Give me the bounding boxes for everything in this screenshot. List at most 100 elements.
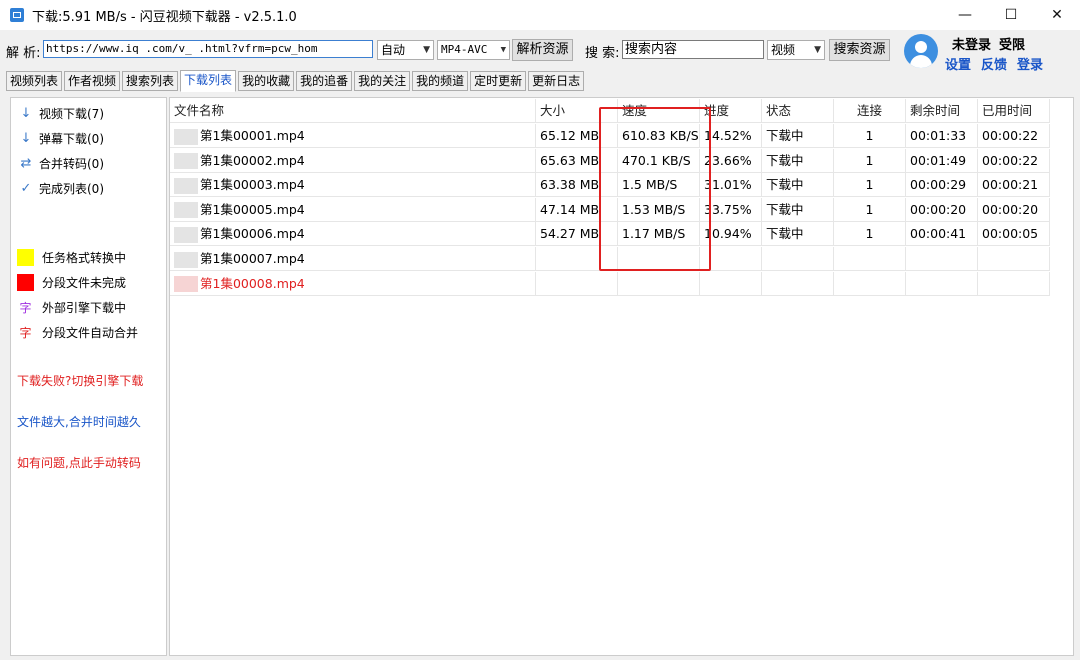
search-type-select[interactable]: 视频 ▼ [767, 40, 825, 60]
file-name: 第1集00006.mp4 [200, 226, 305, 242]
tab-search-list[interactable]: 搜索列表 [122, 71, 179, 91]
column-header-remaining[interactable]: 剩余时间 [906, 99, 978, 123]
cell-connections: 1 [834, 197, 906, 222]
sidebar-item-label: 完成列表(0) [39, 182, 104, 196]
legend-label: 任务格式转换中 [42, 251, 127, 265]
tab-video-list[interactable]: 视频列表 [6, 71, 63, 91]
tab-channels[interactable]: 我的频道 [412, 71, 469, 91]
file-thumbnail-icon [174, 202, 198, 219]
cell-remaining [906, 247, 978, 271]
sidebar-item-danmaku-download[interactable]: ↓ 弹幕下载(0) [19, 130, 104, 147]
cell-name: 第1集00001.mp4 [170, 124, 536, 148]
window-title: 下载:5.91 MB/s - 闪豆视频下载器 - v2.5.1.0 [32, 9, 297, 25]
file-name: 第1集00005.mp4 [200, 201, 305, 217]
file-thumbnail-icon [174, 276, 198, 293]
cell-status: 下载中 [762, 148, 834, 173]
speed-column-highlight [599, 107, 711, 271]
chevron-down-icon: ▼ [423, 45, 430, 55]
tab-following-series[interactable]: 我的追番 [296, 71, 353, 91]
cell-remaining [906, 271, 978, 296]
cell-remaining: 00:00:29 [906, 173, 978, 198]
cell-elapsed: 00:00:22 [978, 124, 1050, 148]
app-icon [10, 8, 24, 22]
sidebar-item-label: 弹幕下载(0) [39, 132, 104, 146]
cell-remaining: 00:01:33 [906, 124, 978, 148]
search-type-value: 视频 [771, 43, 796, 57]
maximize-button[interactable]: ☐ [988, 0, 1034, 30]
cell-name: 第1集00005.mp4 [170, 197, 536, 222]
cell-connections [834, 247, 906, 271]
file-name: 第1集00002.mp4 [200, 152, 305, 168]
cell-elapsed: 00:00:21 [978, 173, 1050, 198]
file-name: 第1集00003.mp4 [200, 177, 305, 193]
cell-elapsed: 00:00:20 [978, 197, 1050, 222]
parse-button[interactable]: 解析资源 [512, 39, 573, 61]
table-row[interactable]: 第1集00008.mp4 [170, 271, 1050, 296]
manual-transcode-link[interactable]: 如有问题,点此手动转码 [17, 454, 141, 471]
cell-remaining: 00:00:41 [906, 222, 978, 247]
cell-connections: 1 [834, 173, 906, 198]
sidebar-item-video-download[interactable]: ↓ 视频下载(7) [19, 105, 104, 122]
file-thumbnail-icon [174, 251, 198, 268]
merge-time-tip: 文件越大,合并时间越久 [17, 415, 141, 429]
arrow-down-icon: ↓ [20, 131, 32, 146]
column-header-elapsed[interactable]: 已用时间 [978, 99, 1050, 123]
close-button[interactable]: ✕ [1034, 0, 1080, 30]
file-thumbnail-icon [174, 153, 198, 170]
cell-elapsed: 00:00:22 [978, 148, 1050, 173]
column-header-name[interactable]: 文件名称 [170, 99, 536, 123]
cell-name: 第1集00003.mp4 [170, 173, 536, 198]
legend-label: 分段文件自动合并 [42, 326, 139, 340]
legend-incomplete: 分段文件未完成 [17, 274, 126, 291]
char-icon: 字 [19, 326, 32, 340]
tab-following[interactable]: 我的关注 [354, 71, 411, 91]
sidebar: ↓ 视频下载(7) ↓ 弹幕下载(0) ⇄ 合并转码(0) ✓ 完成列表(0) … [10, 97, 167, 656]
char-icon: 字 [19, 301, 32, 315]
file-name: 第1集00007.mp4 [200, 251, 305, 266]
tab-scheduled-updates[interactable]: 定时更新 [470, 71, 527, 91]
minimize-button[interactable]: — [942, 0, 988, 30]
column-header-connections[interactable]: 连接 [834, 99, 906, 123]
sidebar-item-merge-transcode[interactable]: ⇄ 合并转码(0) [19, 155, 104, 172]
sidebar-item-label: 合并转码(0) [39, 157, 104, 171]
cell-progress [700, 271, 762, 296]
file-name: 第1集00008.mp4 [200, 275, 305, 291]
red-swatch [17, 274, 34, 291]
cell-connections: 1 [834, 124, 906, 148]
avatar[interactable] [904, 34, 938, 68]
legend-label: 分段文件未完成 [42, 276, 127, 290]
login-link[interactable]: 登录 [1017, 54, 1043, 73]
search-button[interactable]: 搜索资源 [829, 39, 890, 61]
cell-speed [618, 271, 700, 296]
column-header-status[interactable]: 状态 [762, 99, 834, 123]
format-select[interactable]: MP4-AVC ▼ [437, 40, 510, 60]
tab-author-videos[interactable]: 作者视频 [64, 71, 121, 91]
file-name: 第1集00001.mp4 [200, 128, 305, 143]
file-thumbnail-icon [174, 177, 198, 194]
tab-favorites[interactable]: 我的收藏 [238, 71, 295, 91]
cell-name: 第1集00006.mp4 [170, 222, 536, 247]
cell-name: 第1集00008.mp4 [170, 271, 536, 296]
cell-status: 下载中 [762, 197, 834, 222]
tab-download-list[interactable]: 下载列表 [180, 70, 237, 92]
login-status: 未登录 [952, 38, 992, 53]
file-thumbnail-icon [174, 128, 198, 145]
cell-name: 第1集00002.mp4 [170, 148, 536, 173]
search-input[interactable]: 搜索内容 [622, 40, 764, 59]
tab-bar: 视频列表 作者视频 搜索列表 下载列表 我的收藏 我的追番 我的关注 我的频道 定时更新 更新日志 [6, 70, 586, 93]
cell-connections [834, 271, 906, 296]
chevron-down-icon: ▼ [814, 45, 821, 55]
legend-external-engine: 字 外部引擎下载中 [17, 299, 126, 316]
switch-engine-link[interactable]: 下载失败?切换引擎下载 [17, 372, 143, 389]
url-input[interactable]: https://www.iq .com/v_ .html?vfrm=pcw_ho… [43, 40, 373, 58]
tab-changelog[interactable]: 更新日志 [528, 71, 585, 91]
cell-elapsed [978, 247, 1050, 271]
sidebar-item-label: 视频下载(7) [39, 107, 104, 121]
quality-select[interactable]: 自动 ▼ [377, 40, 434, 60]
feedback-link[interactable]: 反馈 [981, 54, 1007, 73]
cell-status: 下载中 [762, 173, 834, 198]
settings-link[interactable]: 设置 [945, 54, 971, 73]
yellow-swatch [17, 249, 34, 266]
cell-name: 第1集00007.mp4 [170, 247, 536, 271]
sidebar-item-completed[interactable]: ✓ 完成列表(0) [19, 180, 104, 197]
